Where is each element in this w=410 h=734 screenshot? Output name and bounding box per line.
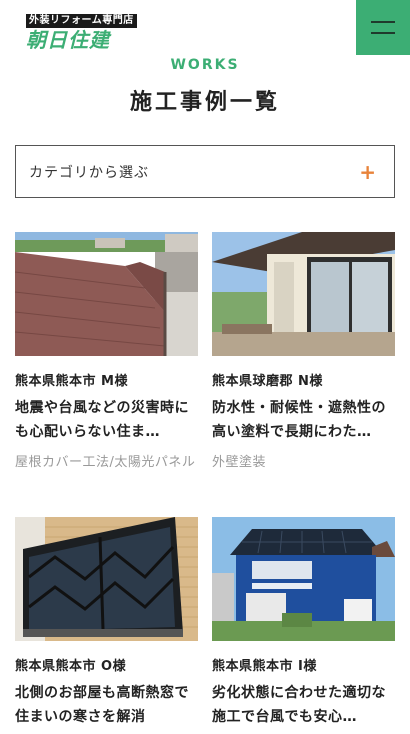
category-select[interactable]: カテゴリから選ぶ + — [15, 145, 395, 198]
hamburger-menu-icon-line — [371, 32, 395, 34]
work-title: 北側のお部屋も高断熱窓で住まいの寒さを解消 — [15, 685, 189, 725]
work-location: 熊本県熊本市 M様 — [15, 374, 128, 389]
work-photo-house-wall — [212, 232, 395, 356]
work-photo-blue-house — [212, 517, 395, 641]
plus-icon: + — [359, 159, 376, 184]
logo-name: 朝日住建 — [26, 28, 110, 52]
menu-button[interactable] — [356, 0, 410, 55]
site-logo[interactable]: 外装リフォーム専門店 朝日住建 — [26, 8, 137, 52]
work-tags: 外壁塗装 — [212, 455, 267, 470]
work-location: 熊本県熊本市 I様 — [212, 659, 317, 674]
work-title: 防水性・耐候性・遮熱性の高い塗料で長期にわた… — [212, 400, 386, 440]
work-card[interactable]: 熊本県熊本市 I様 劣化状態に合わせた適切な施工で台風でも安心… — [212, 517, 395, 729]
work-title: 劣化状態に合わせた適切な施工で台風でも安心… — [212, 685, 386, 725]
work-photo-roof — [15, 232, 198, 356]
logo-subtitle: 外装リフォーム専門店 — [26, 14, 137, 28]
work-location: 熊本県熊本市 O様 — [15, 659, 127, 674]
page-title: 施工事例一覧 — [129, 90, 280, 115]
work-card[interactable]: 熊本県球磨郡 N様 防水性・耐候性・遮熱性の高い塗料で長期にわた… 外壁塗装 — [212, 232, 395, 474]
section-eyebrow: WORKS — [170, 57, 240, 73]
work-photo-window — [15, 517, 198, 641]
category-select-label: カテゴリから選ぶ — [29, 164, 149, 181]
hamburger-menu-icon — [371, 21, 395, 23]
site-header: 外装リフォーム専門店 朝日住建 — [0, 0, 410, 56]
work-card[interactable]: 熊本県熊本市 M様 地震や台風などの災害時にも心配いらない住ま… 屋根カバー工法… — [15, 232, 198, 474]
work-location: 熊本県球磨郡 N様 — [212, 374, 323, 389]
work-tags: 屋根カバー工法/太陽光パネル — [15, 455, 196, 470]
work-card[interactable]: 熊本県熊本市 O様 北側のお部屋も高断熱窓で住まいの寒さを解消 — [15, 517, 198, 729]
work-title: 地震や台風などの災害時にも心配いらない住ま… — [15, 400, 189, 440]
